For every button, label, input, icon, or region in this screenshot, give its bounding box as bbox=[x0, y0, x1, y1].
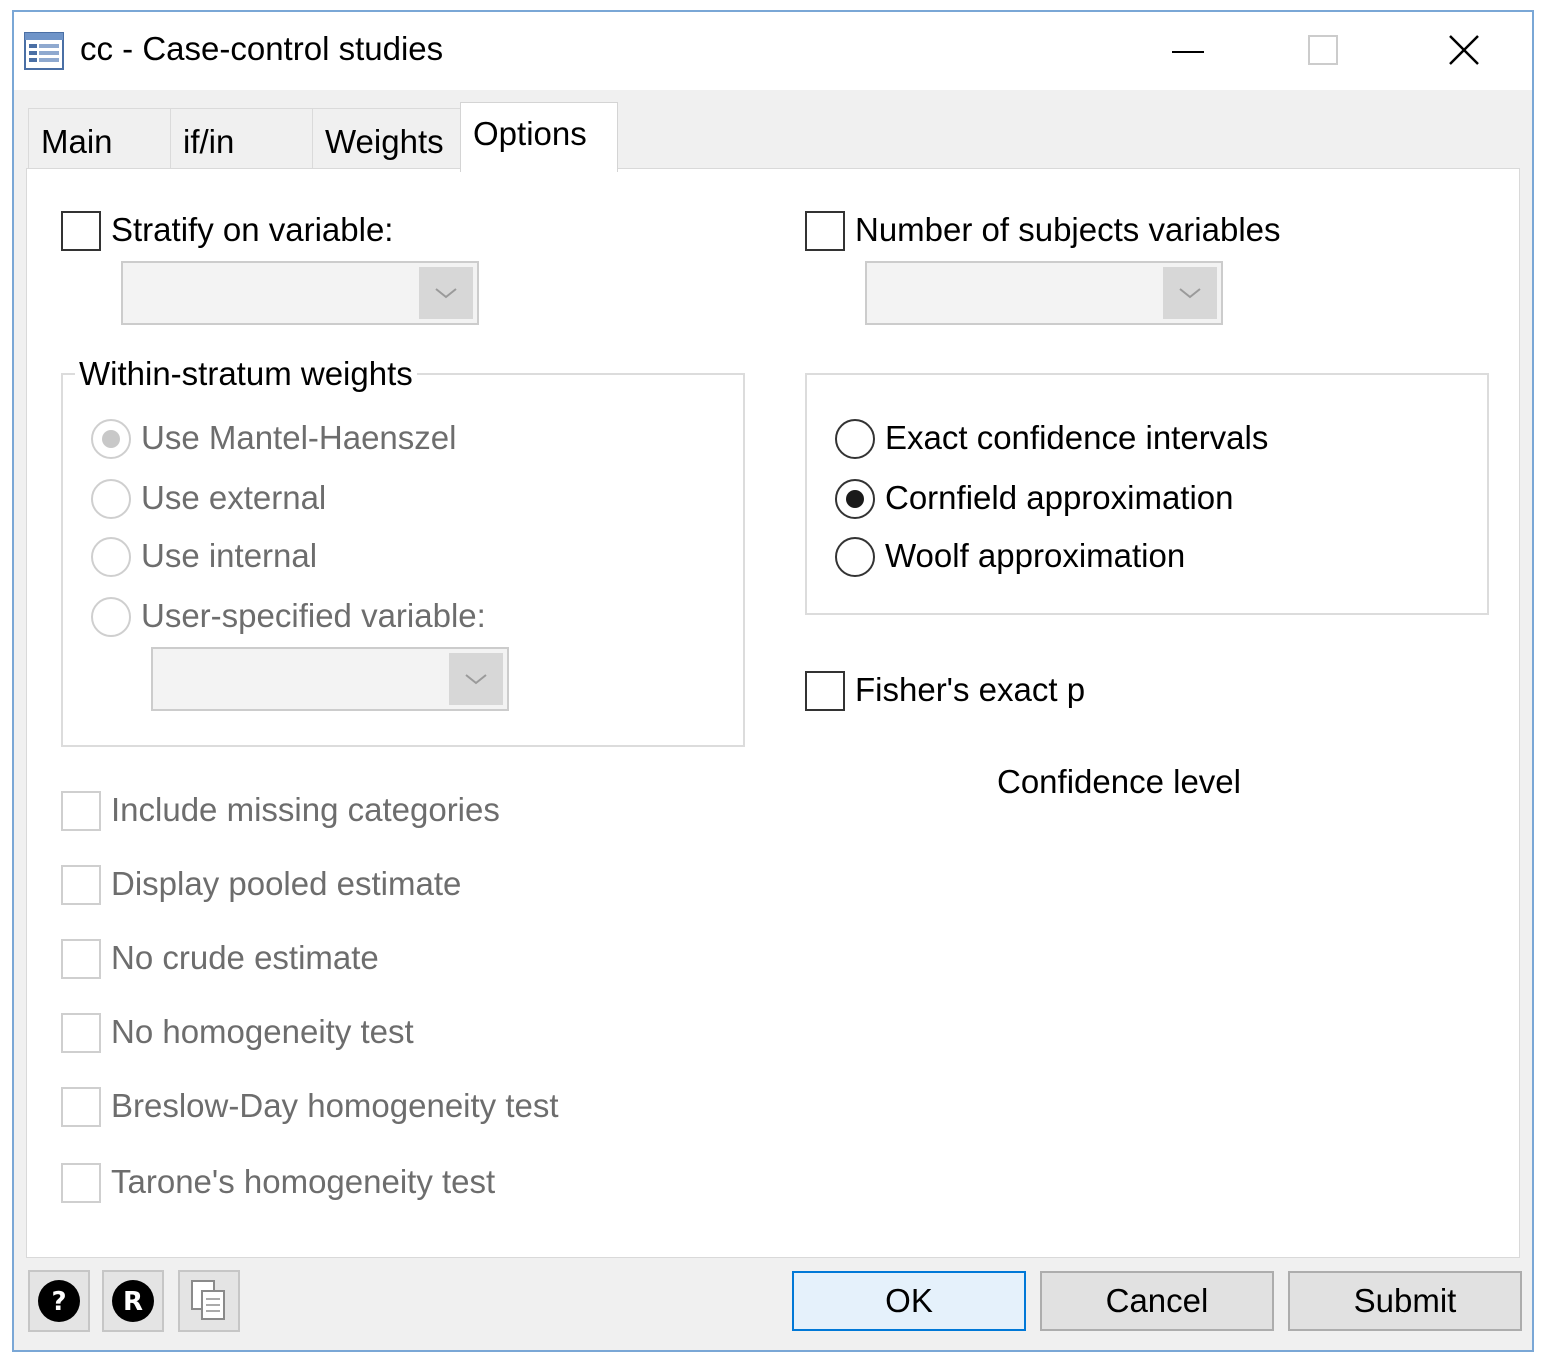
radio-exact-ci[interactable] bbox=[835, 419, 875, 459]
radio-mantel-haenszel[interactable] bbox=[91, 419, 131, 459]
close-icon bbox=[1449, 35, 1479, 65]
radio-dot bbox=[846, 490, 864, 508]
stratify-checkbox[interactable] bbox=[61, 211, 101, 251]
minimize-icon bbox=[1172, 51, 1204, 53]
options-panel: Stratify on variable: Number of subjects… bbox=[26, 168, 1520, 1258]
tab-label: Main bbox=[41, 123, 113, 160]
radio-use-external[interactable] bbox=[91, 479, 131, 519]
no-crude-checkbox[interactable] bbox=[61, 939, 101, 979]
confidence-level-label: Confidence level bbox=[997, 763, 1241, 800]
use-internal-label: Use internal bbox=[141, 537, 318, 574]
radio-use-internal[interactable] bbox=[91, 537, 131, 577]
tarone-checkbox[interactable] bbox=[61, 1163, 101, 1203]
radio-user-specified[interactable] bbox=[91, 597, 131, 637]
minimize-button[interactable] bbox=[1158, 26, 1218, 76]
help-button[interactable]: ? bbox=[28, 1270, 90, 1332]
num-subjects-variable-combo[interactable] bbox=[865, 261, 1223, 325]
submit-button[interactable]: Submit bbox=[1288, 1271, 1522, 1331]
use-external-label: Use external bbox=[141, 479, 327, 516]
num-subjects-checkbox[interactable] bbox=[805, 211, 845, 251]
svg-text:?: ? bbox=[51, 1287, 66, 1317]
copy-button[interactable] bbox=[178, 1270, 240, 1332]
tab-options[interactable]: Options bbox=[460, 102, 618, 172]
fisher-checkbox[interactable] bbox=[805, 671, 845, 711]
tab-label: Weights bbox=[325, 123, 444, 160]
mantel-haenszel-label: Use Mantel-Haenszel bbox=[141, 419, 457, 456]
tarone-label: Tarone's homogeneity test bbox=[111, 1163, 496, 1200]
include-missing-label: Include missing categories bbox=[111, 791, 500, 828]
tab-if-in[interactable]: if/in bbox=[170, 108, 314, 170]
cancel-button[interactable]: Cancel bbox=[1040, 1271, 1274, 1331]
radio-dot bbox=[102, 430, 120, 448]
num-subjects-label: Number of subjects variables bbox=[855, 211, 1281, 248]
tab-weights[interactable]: Weights bbox=[312, 108, 462, 170]
window-title: cc - Case-control studies bbox=[80, 30, 444, 67]
pooled-estimate-label: Display pooled estimate bbox=[111, 865, 462, 902]
dropdown-arrow[interactable] bbox=[419, 267, 473, 319]
dropdown-arrow[interactable] bbox=[1163, 267, 1217, 319]
dialog-list-icon bbox=[24, 32, 64, 70]
svg-text:R: R bbox=[123, 1287, 143, 1317]
chevron-down-icon bbox=[1179, 288, 1201, 299]
close-button[interactable] bbox=[1434, 26, 1494, 76]
maximize-button[interactable] bbox=[1294, 26, 1354, 76]
stratify-label: Stratify on variable: bbox=[111, 211, 394, 248]
woolf-label: Woolf approximation bbox=[885, 537, 1186, 574]
help-icon: ? bbox=[38, 1280, 80, 1322]
dialog-window: cc - Case-control studies Main if/in Wei… bbox=[12, 10, 1534, 1352]
title-bar: cc - Case-control studies bbox=[14, 12, 1532, 90]
tab-main[interactable]: Main bbox=[28, 108, 172, 170]
no-homogeneity-checkbox[interactable] bbox=[61, 1013, 101, 1053]
maximize-icon bbox=[1308, 35, 1338, 65]
tab-label: if/in bbox=[183, 123, 235, 160]
dropdown-arrow[interactable] bbox=[449, 653, 503, 705]
cornfield-label: Cornfield approximation bbox=[885, 479, 1234, 516]
chevron-down-icon bbox=[435, 288, 457, 299]
tab-label: Options bbox=[473, 115, 587, 152]
stratify-variable-combo[interactable] bbox=[121, 261, 479, 325]
radio-woolf[interactable] bbox=[835, 537, 875, 577]
fisher-label: Fisher's exact p bbox=[855, 671, 1086, 708]
no-crude-label: No crude estimate bbox=[111, 939, 379, 976]
within-stratum-weights-title: Within-stratum weights bbox=[75, 355, 417, 393]
no-homogeneity-label: No homogeneity test bbox=[111, 1013, 414, 1050]
pooled-estimate-checkbox[interactable] bbox=[61, 865, 101, 905]
ok-button[interactable]: OK bbox=[792, 1271, 1026, 1331]
user-specified-variable-combo[interactable] bbox=[151, 647, 509, 711]
breslow-day-checkbox[interactable] bbox=[61, 1087, 101, 1127]
radio-cornfield[interactable] bbox=[835, 479, 875, 519]
exact-ci-label: Exact confidence intervals bbox=[885, 419, 1269, 456]
reset-button[interactable]: R bbox=[102, 1270, 164, 1332]
chevron-down-icon bbox=[465, 674, 487, 685]
include-missing-checkbox[interactable] bbox=[61, 791, 101, 831]
user-specified-label: User-specified variable: bbox=[141, 597, 486, 634]
copy-icon bbox=[191, 1280, 225, 1320]
reset-icon: R bbox=[112, 1280, 154, 1322]
breslow-day-label: Breslow-Day homogeneity test bbox=[111, 1087, 559, 1124]
